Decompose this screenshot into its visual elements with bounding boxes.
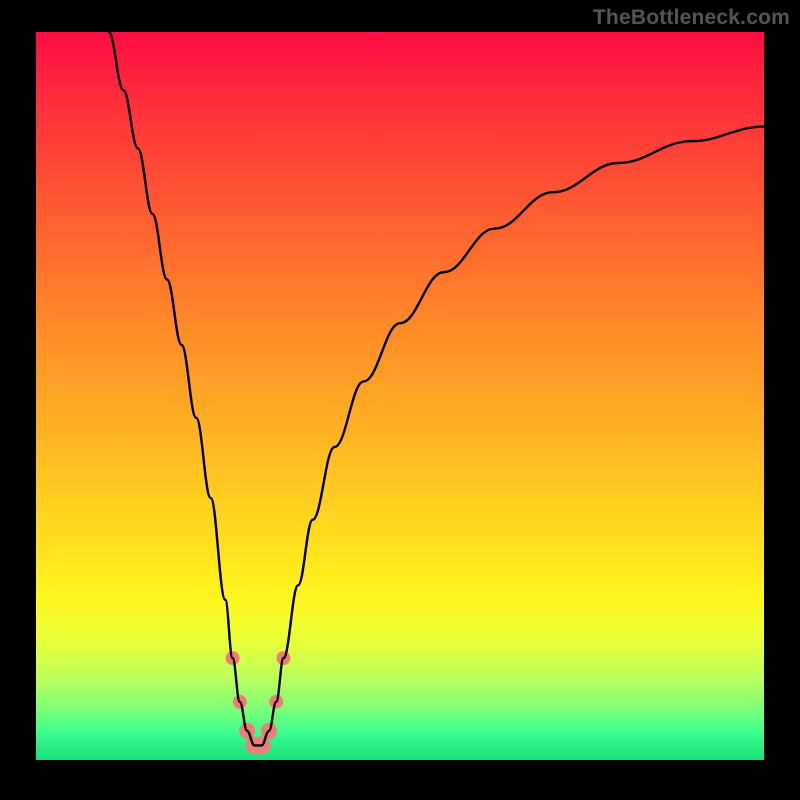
curve-svg [36, 32, 764, 760]
watermark-text: TheBottleneck.com [593, 6, 790, 30]
chart-frame: TheBottleneck.com [0, 0, 800, 800]
plot-area [36, 32, 764, 760]
bottleneck-curve [109, 32, 764, 745]
